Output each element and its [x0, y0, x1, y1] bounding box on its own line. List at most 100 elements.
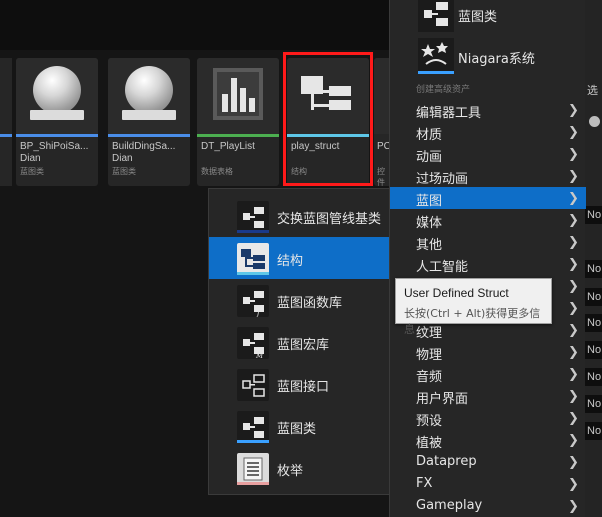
menu-item-label: 物理 [416, 348, 443, 363]
menu-item-label: 编辑器工具 [416, 106, 482, 121]
submenu-item-label: 枚举 [277, 464, 304, 479]
svg-text:M: M [255, 352, 264, 359]
chevron-right-icon: ❯ [568, 278, 579, 293]
asset-thumbnail [108, 58, 190, 134]
chevron-right-icon: ❯ [568, 124, 579, 139]
asset-tile-dt-playlist[interactable]: DT_PlayList 数据表格 [197, 58, 279, 186]
data-table-icon [213, 68, 263, 120]
submenu-item-label: 结构 [277, 254, 304, 269]
menu-item-media[interactable]: 媒体 ❯ [390, 209, 586, 231]
menu-item-label: Niagara系统 [458, 52, 535, 67]
menu-item-label: 蓝图类 [458, 10, 498, 25]
details-field[interactable]: No [585, 260, 602, 278]
submenu-item-label: 蓝图类 [277, 422, 317, 437]
submenu-item-label: 蓝图函数库 [277, 296, 343, 311]
menu-item-cinematics[interactable]: 过场动画 ❯ [390, 165, 586, 187]
asset-name: BuildDingSa... [112, 141, 176, 152]
details-field[interactable]: No [585, 206, 602, 224]
chevron-right-icon: ❯ [568, 300, 579, 315]
selection-highlight-box [283, 52, 373, 186]
menu-item-editor-tools[interactable]: 编辑器工具 ❯ [390, 99, 586, 121]
menu-item-label: 其他 [416, 238, 443, 253]
chevron-right-icon: ❯ [568, 168, 579, 183]
menu-item-dataprep[interactable]: Dataprep ❯ [390, 451, 586, 473]
asset-type-bar [16, 134, 98, 137]
menu-item-foliage[interactable]: 植被 ❯ [390, 429, 586, 451]
struct-icon [237, 243, 269, 275]
sphere-icon [125, 66, 173, 114]
submenu-item-enum[interactable]: 枚举 [209, 447, 389, 489]
menu-item-presets[interactable]: 预设 ❯ [390, 407, 586, 429]
menu-item-label: 材质 [416, 128, 443, 143]
submenu-item-function-library[interactable]: f 蓝图函数库 [209, 279, 389, 321]
blueprint-class-icon [237, 411, 269, 443]
asset-type-bar [108, 134, 190, 137]
menu-item-label: 人工智能 [416, 260, 469, 275]
details-field[interactable]: No [585, 395, 602, 413]
tooltip-hint: 长按(Ctrl + Alt)获得更多信息 [404, 307, 541, 336]
chevron-right-icon: ❯ [568, 102, 579, 117]
chevron-right-icon: ❯ [568, 322, 579, 337]
blueprint-submenu: 交换蓝图管线基类 结构 f 蓝图函数库 M 蓝图宏库 蓝图接口 蓝图类 枚举 [208, 188, 390, 495]
menu-item-material[interactable]: 材质 ❯ [390, 121, 586, 143]
submenu-item-blueprint-class[interactable]: 蓝图类 [209, 405, 389, 447]
menu-item-blueprint-class[interactable]: 蓝图类 [390, 0, 586, 34]
asset-name: DT_PlayList [201, 141, 255, 152]
menu-item-user-interface[interactable]: 用户界面 ❯ [390, 385, 586, 407]
menu-item-label: 音频 [416, 370, 443, 385]
asset-tile-partial[interactable] [0, 58, 12, 186]
asset-tile-buildingsadian[interactable]: BuildDingSa... Dian 蓝图类 [108, 58, 190, 186]
asset-thumbnail [197, 58, 279, 134]
asset-tile-bp-shipoisadian[interactable]: BP_ShiPoiSa... Dian 蓝图类 [16, 58, 98, 186]
asset-type: 数据表格 [201, 167, 233, 176]
chevron-right-icon: ❯ [568, 190, 579, 205]
niagara-system-icon [418, 38, 454, 74]
submenu-item-interface[interactable]: 蓝图接口 [209, 363, 389, 405]
menu-item-physics[interactable]: 物理 ❯ [390, 341, 586, 363]
chevron-right-icon: ❯ [568, 388, 579, 403]
asset-thumbnail [16, 58, 98, 134]
submenu-item-struct[interactable]: 结构 [209, 237, 389, 279]
details-field[interactable]: No [585, 368, 602, 386]
chevron-right-icon: ❯ [568, 498, 579, 513]
chevron-right-icon: ❯ [568, 366, 579, 381]
asset-type: 蓝图类 [112, 167, 136, 176]
asset-name: BP_ShiPoiSa... [20, 141, 89, 152]
chevron-right-icon: ❯ [568, 344, 579, 359]
chevron-right-icon: ❯ [568, 476, 579, 491]
details-field[interactable]: No [585, 341, 602, 359]
menu-item-animation[interactable]: 动画 ❯ [390, 143, 586, 165]
enum-icon [237, 453, 269, 485]
menu-item-label: 蓝图 [416, 194, 443, 209]
chevron-right-icon: ❯ [568, 410, 579, 425]
menu-item-blueprint[interactable]: 蓝图 ❯ [390, 187, 586, 209]
details-label: 选 [585, 82, 602, 100]
asset-type: 蓝图类 [20, 167, 44, 176]
menu-item-audio[interactable]: 音频 ❯ [390, 363, 586, 385]
asset-type-bar [0, 134, 12, 137]
tooltip: User Defined Struct 长按(Ctrl + Alt)获得更多信息 [395, 278, 552, 336]
submenu-item-label: 蓝图接口 [277, 380, 330, 395]
tooltip-title: User Defined Struct [404, 286, 509, 300]
chevron-right-icon: ❯ [568, 146, 579, 161]
pedestal-icon [122, 110, 176, 120]
reset-icon[interactable] [589, 116, 600, 127]
submenu-item-pipeline-base[interactable]: 交换蓝图管线基类 [209, 195, 389, 237]
menu-item-fx[interactable]: FX ❯ [390, 473, 586, 495]
menu-item-label: FX [416, 476, 433, 491]
menu-item-other[interactable]: 其他 ❯ [390, 231, 586, 253]
chevron-right-icon: ❯ [568, 432, 579, 447]
blueprint-class-icon [418, 0, 454, 32]
submenu-item-macro-library[interactable]: M 蓝图宏库 [209, 321, 389, 363]
details-field[interactable]: No [585, 314, 602, 332]
menu-item-niagara-system[interactable]: Niagara系统 [390, 36, 586, 76]
details-field[interactable]: No [585, 422, 602, 440]
menu-item-ai[interactable]: 人工智能 ❯ [390, 253, 586, 275]
function-library-icon: f [237, 285, 269, 317]
details-field[interactable]: No [585, 288, 602, 306]
menu-item-gameplay[interactable]: Gameplay ❯ [390, 495, 586, 517]
submenu-item-label: 蓝图宏库 [277, 338, 330, 353]
pedestal-icon [30, 110, 84, 120]
menu-item-label: Gameplay [416, 498, 483, 513]
blueprint-node-icon [237, 201, 269, 233]
